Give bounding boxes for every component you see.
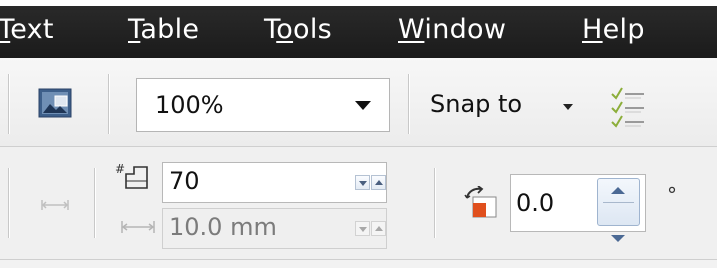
distance-value: 10.0 mm xyxy=(169,213,277,241)
toolbar-separator xyxy=(434,168,435,238)
degree-unit: ° xyxy=(667,183,677,207)
chevron-down-icon xyxy=(359,227,367,232)
copies-decrement[interactable] xyxy=(355,175,370,190)
distance-decrement[interactable] xyxy=(355,221,370,236)
copies-icon: # xyxy=(114,160,150,190)
toolbar-separator xyxy=(8,168,9,238)
toolbar-separator xyxy=(408,74,409,134)
menu-table[interactable]: Table xyxy=(128,14,199,45)
window-top-edge xyxy=(0,0,717,6)
image-icon[interactable] xyxy=(38,88,72,118)
copies-field[interactable]: 70 xyxy=(162,162,387,203)
distance-icon xyxy=(40,196,70,210)
chevron-up-icon xyxy=(611,187,625,194)
svg-text:#: # xyxy=(115,162,125,176)
chevron-down-icon xyxy=(355,101,371,110)
menu-help[interactable]: Help xyxy=(582,14,645,45)
menu-tools[interactable]: Tools xyxy=(264,14,332,45)
chevron-down-icon xyxy=(359,181,367,186)
copies-value: 70 xyxy=(169,167,200,195)
toolbar-bottom-border xyxy=(0,259,717,260)
rotation-decrement[interactable] xyxy=(598,203,639,242)
menu-window[interactable]: Window xyxy=(398,14,506,45)
chevron-down-icon[interactable] xyxy=(563,104,573,110)
distance-increment[interactable] xyxy=(371,221,386,236)
chevron-up-icon xyxy=(375,226,383,231)
distance-icon xyxy=(120,219,156,233)
zoom-levels-select[interactable]: 100% xyxy=(136,78,390,132)
toolbar-separator xyxy=(108,74,109,134)
distance-field[interactable]: 10.0 mm xyxy=(162,208,387,249)
snap-to-button[interactable]: Snap to xyxy=(430,90,522,118)
snap-options-icon[interactable] xyxy=(608,84,648,130)
chevron-down-icon xyxy=(611,235,625,242)
toolbar-separator xyxy=(94,168,95,238)
copies-increment[interactable] xyxy=(371,175,386,190)
chevron-up-icon xyxy=(375,180,383,185)
zoom-value: 100% xyxy=(155,91,224,119)
rotation-spinner[interactable] xyxy=(597,178,640,242)
toolbar-separator xyxy=(8,74,9,134)
menu-text[interactable]: Text xyxy=(0,14,54,45)
rotation-icon xyxy=(464,185,498,218)
menu-bar: Text Table Tools Window Help xyxy=(0,0,717,58)
rotation-value: 0.0 xyxy=(516,189,555,217)
rotation-increment[interactable] xyxy=(598,179,639,202)
